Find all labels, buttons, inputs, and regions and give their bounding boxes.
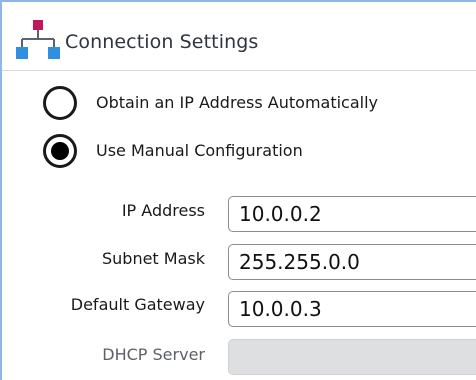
subnet-mask-label: Subnet Mask bbox=[101, 249, 205, 268]
radio-button-selected[interactable] bbox=[43, 134, 77, 168]
dhcp-server-field bbox=[228, 339, 476, 375]
radio-obtain-automatically[interactable]: Obtain an IP Address Automatically bbox=[43, 86, 443, 126]
network-icon-left-node bbox=[16, 47, 28, 59]
panel-header: Connection Settings bbox=[2, 2, 476, 72]
radio-manual-configuration[interactable]: Use Manual Configuration bbox=[43, 134, 443, 174]
header-divider bbox=[2, 70, 476, 71]
network-icon-right-node bbox=[48, 47, 60, 59]
ip-address-field[interactable] bbox=[228, 196, 476, 232]
network-icon-top-node bbox=[33, 20, 43, 30]
network-icon bbox=[16, 20, 60, 59]
ip-address-label: IP Address bbox=[121, 201, 205, 220]
page-title: Connection Settings bbox=[65, 31, 259, 53]
dhcp-server-label: DHCP Server bbox=[102, 345, 205, 364]
radio-button-unselected[interactable] bbox=[43, 86, 77, 120]
subnet-mask-field[interactable] bbox=[228, 244, 476, 280]
radio-auto-label[interactable]: Obtain an IP Address Automatically bbox=[96, 93, 378, 112]
default-gateway-label: Default Gateway bbox=[70, 295, 205, 314]
default-gateway-field[interactable] bbox=[228, 291, 476, 327]
radio-selected-dot bbox=[51, 142, 69, 160]
connection-settings-panel: Connection Settings Obtain an IP Address… bbox=[0, 0, 476, 380]
radio-manual-label[interactable]: Use Manual Configuration bbox=[96, 141, 303, 160]
